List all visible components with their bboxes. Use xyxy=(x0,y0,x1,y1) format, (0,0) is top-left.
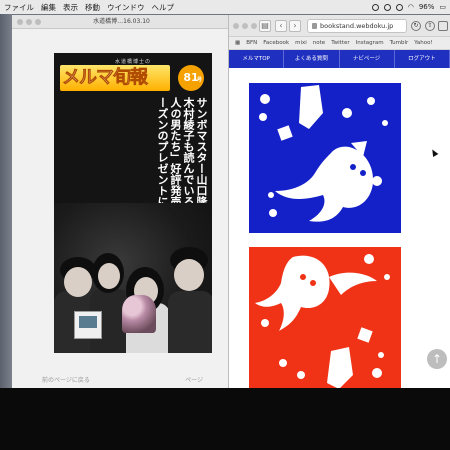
forward-button[interactable]: › xyxy=(289,20,301,32)
person-torso xyxy=(168,291,212,353)
lock-icon xyxy=(312,23,317,29)
nav-faq[interactable]: よくある質問 xyxy=(284,50,340,68)
menu-window[interactable]: ウインドウ xyxy=(107,2,145,13)
bluetooth-icon[interactable] xyxy=(395,3,403,11)
window-controls xyxy=(233,23,257,29)
menu-view[interactable]: 表示 xyxy=(63,2,78,13)
menu-bar: ファイル 編集 表示 移動 ウインドウ ヘルプ ◠ 96% ▭ xyxy=(0,0,450,14)
minimize-button[interactable] xyxy=(242,23,248,29)
cover-photo xyxy=(54,203,212,353)
issue-suffix: 号 xyxy=(197,77,203,83)
address-bar[interactable]: bookstand.webdoku.jp xyxy=(307,19,407,33)
address-text: bookstand.webdoku.jp xyxy=(320,22,394,30)
site-nav: メルマTOP よくある質問 ナビページ ログアウト xyxy=(229,50,450,68)
person-face xyxy=(98,263,120,289)
nav-logout[interactable]: ログアウト xyxy=(395,50,450,68)
desktop-edge xyxy=(0,14,12,390)
issue-badge: 81 号 xyxy=(178,65,204,91)
page-indicator: ページ xyxy=(185,377,203,384)
illustration-red[interactable] xyxy=(249,247,401,390)
close-button[interactable] xyxy=(233,23,239,29)
reload-icon[interactable]: ↻ xyxy=(411,21,421,31)
flower-bouquet xyxy=(122,295,156,333)
battery-percent: 96% xyxy=(418,3,435,11)
bookmark-item[interactable]: note xyxy=(313,40,325,46)
nav-navi-page[interactable]: ナビページ xyxy=(340,50,395,68)
tabs-icon[interactable] xyxy=(438,21,448,31)
bookmark-item[interactable]: Yahoo! xyxy=(414,40,432,46)
window-controls xyxy=(17,19,41,25)
menu-go[interactable]: 移動 xyxy=(85,2,100,13)
person-face xyxy=(64,267,92,297)
preview-window: 水道橋博…16.03.10 水道橋博士の メルマ旬報 81 号 サンボマスター山… xyxy=(12,15,232,390)
menu-edit[interactable]: 編集 xyxy=(41,2,56,13)
bookmark-item[interactable]: Facebook xyxy=(263,40,289,46)
person-face xyxy=(174,259,204,291)
monitor-bezel xyxy=(0,388,450,450)
ghost-illustration xyxy=(255,254,390,389)
bookmarks-bar: ▦ BFN Facebook mixi note Twitter Instagr… xyxy=(229,37,450,50)
bookmark-item[interactable]: BFN xyxy=(246,40,257,46)
menu-file[interactable]: ファイル xyxy=(4,2,34,13)
preview-titlebar[interactable]: 水道橋博…16.03.10 xyxy=(12,15,231,29)
cursor-icon xyxy=(429,147,439,158)
share-icon[interactable]: ⇧ xyxy=(425,21,435,31)
illustration-blue[interactable] xyxy=(249,83,401,233)
bookmark-item[interactable]: mixi xyxy=(295,40,307,46)
bookmarks-grid-icon[interactable]: ▦ xyxy=(235,40,240,46)
menu-help[interactable]: ヘルプ xyxy=(152,2,175,13)
browser-window: ▤ ‹ › bookstand.webdoku.jp ↻ ⇧ ▦ BFN Fac… xyxy=(228,15,450,390)
bookmark-item[interactable]: Twitter xyxy=(331,40,349,46)
preview-bottom-nav: 前のページに戻る ページ xyxy=(12,375,231,384)
zoom-button[interactable] xyxy=(35,19,41,25)
cd-case xyxy=(74,311,102,339)
zoom-button[interactable] xyxy=(251,23,257,29)
bookmark-item[interactable]: Tumblr xyxy=(390,40,409,46)
back-button[interactable]: ‹ xyxy=(275,20,287,32)
clock-icon[interactable] xyxy=(383,3,391,11)
cover-kicker: 水道橋博士の xyxy=(114,59,151,65)
masthead-title: メルマ旬報 xyxy=(62,67,149,89)
close-button[interactable] xyxy=(17,19,23,25)
desktop-screen: ファイル 編集 表示 移動 ウインドウ ヘルプ ◠ 96% ▭ 水道橋博…16.… xyxy=(0,0,450,450)
arrow-up-circle-icon[interactable]: ↑ xyxy=(427,349,447,369)
ghost-illustration xyxy=(259,85,388,222)
minimize-button[interactable] xyxy=(26,19,32,25)
status-area: ◠ 96% ▭ xyxy=(371,0,446,14)
sidebar-icon[interactable]: ▤ xyxy=(259,20,271,32)
magazine-cover: 水道橋博士の メルマ旬報 81 号 サンボマスター山口隆と、西寺郷太と、木村綾子… xyxy=(54,53,212,353)
bookmark-item[interactable]: Instagram xyxy=(356,40,384,46)
prev-page-link[interactable]: 前のページに戻る xyxy=(42,375,90,384)
nav-melma-top[interactable]: メルマTOP xyxy=(229,50,285,68)
battery-icon[interactable]: ▭ xyxy=(439,3,446,11)
preview-title: 水道橋博…16.03.10 xyxy=(93,18,150,25)
sync-icon[interactable] xyxy=(371,3,379,11)
browser-toolbar: ▤ ‹ › bookstand.webdoku.jp ↻ ⇧ xyxy=(229,15,450,37)
wifi-icon[interactable]: ◠ xyxy=(408,3,414,11)
